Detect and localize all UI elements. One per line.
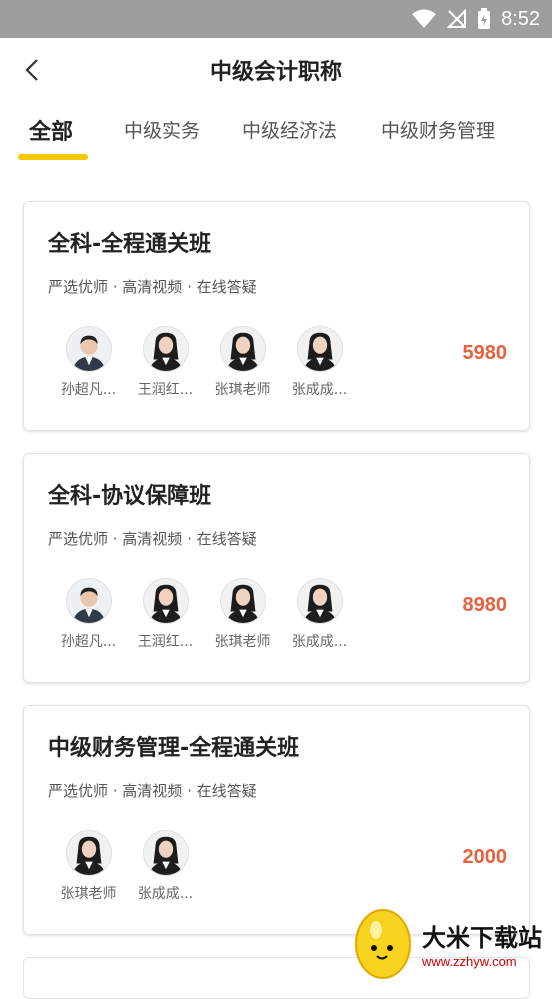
course-price: 5980 xyxy=(462,342,508,364)
teacher-list: 孙超凡... 王润红... 张琪老师 张成成... xyxy=(50,578,358,651)
course-title: 中级财务管理-全程通关班 xyxy=(48,736,300,761)
egg-mascot-icon xyxy=(355,909,411,979)
teacher-avatar xyxy=(219,326,266,372)
category-tabs: 全部 中级实务 中级经济法 中级财务管理 xyxy=(0,108,552,164)
course-price: 8980 xyxy=(462,594,508,616)
teacher-avatar xyxy=(219,578,266,624)
no-signal-icon xyxy=(447,9,467,28)
course-card[interactable]: 全科-全程通关班 严选优师 · 高清视频 · 在线答疑 孙超凡... 王润红..… xyxy=(23,201,530,431)
course-card[interactable]: 全科-协议保障班 严选优师 · 高清视频 · 在线答疑 孙超凡... 王润红..… xyxy=(23,453,530,683)
course-title: 全科-协议保障班 xyxy=(48,484,212,509)
teacher-item: 张成成... xyxy=(127,830,204,903)
teacher-avatar xyxy=(296,326,343,372)
teacher-name: 张琪老师 xyxy=(214,382,271,398)
course-card[interactable]: 中级财务管理-全程通关班 严选优师 · 高清视频 · 在线答疑 张琪老师 张成成… xyxy=(23,705,530,935)
course-features: 严选优师 · 高清视频 · 在线答疑 xyxy=(48,278,257,296)
page-title: 中级会计职称 xyxy=(209,60,342,85)
teacher-name: 孙超凡... xyxy=(60,634,117,650)
teacher-avatar xyxy=(65,326,112,372)
teacher-name: 王润红... xyxy=(137,382,194,398)
status-time: 8:52 xyxy=(501,7,540,30)
teacher-item: 王润红... xyxy=(127,326,204,399)
teacher-item: 孙超凡... xyxy=(50,578,127,651)
site-watermark: 大米下载站 www.zzhyw.com xyxy=(350,904,552,981)
teacher-item: 张琪老师 xyxy=(204,578,281,651)
nav-bar: 中级会计职称 xyxy=(0,38,552,102)
course-price: 2000 xyxy=(462,846,508,868)
teacher-item: 张成成... xyxy=(281,326,358,399)
teacher-list: 张琪老师 张成成... xyxy=(50,830,204,903)
watermark-text: 大米下载站 xyxy=(422,924,542,952)
teacher-avatar xyxy=(65,578,112,624)
teacher-name: 张成成... xyxy=(137,886,194,902)
teacher-item: 孙超凡... xyxy=(50,326,127,399)
teacher-avatar xyxy=(142,830,189,876)
course-features: 严选优师 · 高清视频 · 在线答疑 xyxy=(48,530,257,548)
watermark-url: www.zzhyw.com xyxy=(422,954,517,969)
teacher-name: 张琪老师 xyxy=(214,634,271,650)
wifi-icon xyxy=(412,9,437,28)
teacher-name: 张成成... xyxy=(291,634,348,650)
teacher-avatar xyxy=(65,830,112,876)
tab-all[interactable]: 全部 xyxy=(29,114,73,146)
tab-economic-law[interactable]: 中级经济法 xyxy=(242,116,337,143)
status-bar: 8:52 xyxy=(0,0,552,38)
teacher-item: 张琪老师 xyxy=(204,326,281,399)
teacher-name: 张琪老师 xyxy=(60,886,117,902)
course-features: 严选优师 · 高清视频 · 在线答疑 xyxy=(48,782,257,800)
teacher-list: 孙超凡... 王润红... 张琪老师 张成成... xyxy=(50,326,358,399)
battery-charging-icon xyxy=(478,8,491,29)
teacher-name: 孙超凡... xyxy=(60,382,117,398)
teacher-item: 张成成... xyxy=(281,578,358,651)
teacher-avatar xyxy=(296,578,343,624)
course-title: 全科-全程通关班 xyxy=(48,232,212,257)
tab-financial-management[interactable]: 中级财务管理 xyxy=(381,116,495,143)
active-tab-indicator xyxy=(18,154,88,160)
teacher-name: 张成成... xyxy=(291,382,348,398)
teacher-item: 张琪老师 xyxy=(50,830,127,903)
teacher-name: 王润红... xyxy=(137,634,194,650)
teacher-avatar xyxy=(142,578,189,624)
teacher-item: 王润红... xyxy=(127,578,204,651)
tab-intermediate-practice[interactable]: 中级实务 xyxy=(124,116,200,143)
teacher-avatar xyxy=(142,326,189,372)
